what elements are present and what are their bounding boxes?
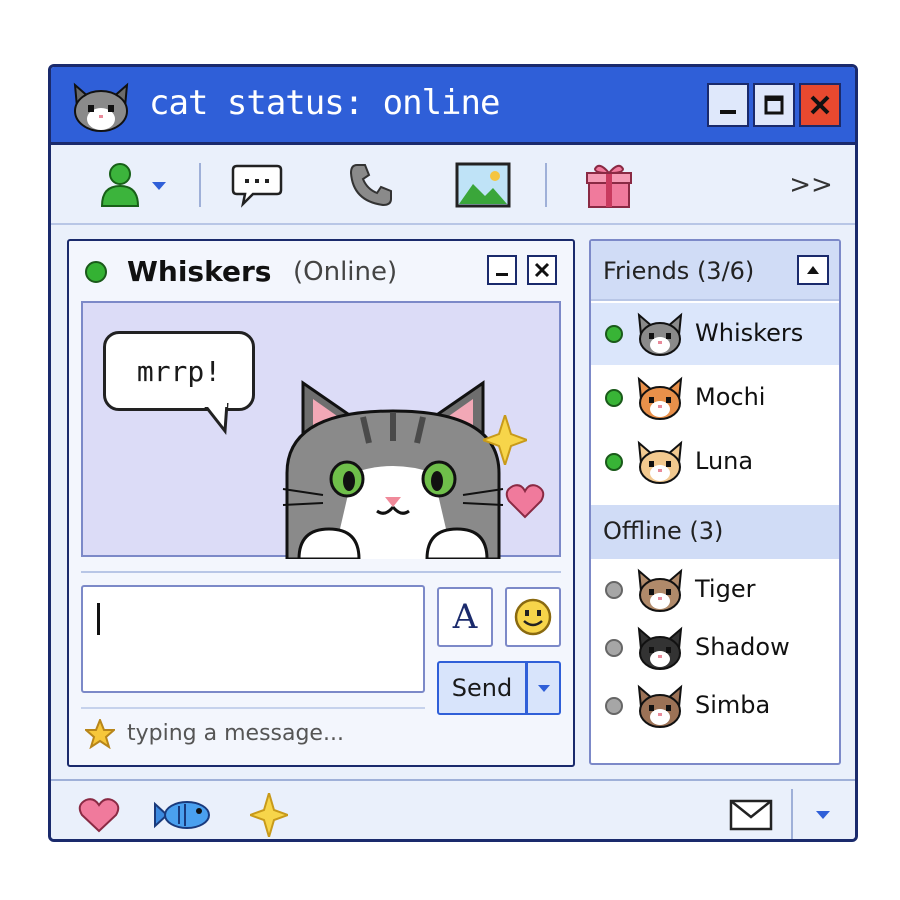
mail-button[interactable] [727,793,775,837]
friend-name: Simba [695,691,771,719]
title-bar[interactable]: cat status: online [51,67,855,145]
phone-icon [349,164,392,207]
online-status-dot [85,261,107,283]
cat-avatar-icon [637,440,683,484]
close-icon [810,95,830,115]
font-button[interactable]: A [437,587,493,647]
close-button[interactable] [799,83,841,127]
cat-avatar-icon [637,312,683,356]
online-status-dot [605,389,623,407]
chat-close-button[interactable] [527,255,557,285]
call-button[interactable] [341,159,401,211]
send-heart-button[interactable] [75,793,123,837]
send-sparkle-button[interactable] [245,793,293,837]
chat-button[interactable] [227,159,287,211]
user-status-button[interactable] [89,159,179,211]
friend-row[interactable]: Tiger [591,559,839,621]
chat-header: Whiskers (Online) [69,241,573,301]
friend-name: Shadow [695,633,790,661]
gift-icon [586,164,632,208]
chevron-down-icon [152,182,166,190]
friend-row[interactable]: Simba [591,675,839,737]
collapse-friends-button[interactable] [797,255,829,285]
speech-bubble: mrrp! [103,331,255,411]
chat-window: cat status: online >> Whiskers (Online) … [48,64,858,842]
toolbar-divider [545,163,547,207]
friends-header[interactable]: Friends (3/6) [591,241,839,301]
friend-name: Whiskers [695,319,804,347]
heart-icon [78,798,120,833]
chevron-down-icon [816,811,830,819]
contact-display-scene: mrrp! [81,301,561,559]
chevron-down-icon [537,685,550,692]
send-picture-button[interactable] [451,159,515,211]
message-input[interactable] [81,585,425,693]
window-title: cat status: online [149,83,500,123]
text-caret [97,603,100,635]
smiley-icon [514,598,552,636]
offline-status-dot [605,581,623,599]
toolbar: >> [51,145,855,225]
offline-header[interactable]: Offline (3) [591,505,839,559]
friend-name: Luna [695,447,754,475]
bottom-divider [791,789,793,839]
minimize-button[interactable] [707,83,749,127]
more-tools-button[interactable]: >> [787,159,835,211]
minimize-icon [720,110,736,114]
speech-tail-icon [203,403,229,435]
heart-icon [505,484,545,519]
offline-status-dot [605,697,623,715]
bottom-menu-button[interactable] [803,793,843,837]
maximize-icon [764,95,784,115]
chevron-up-icon [807,266,819,274]
chat-panel: Whiskers (Online) mrrp! A Send typing a … [67,239,575,767]
picture-icon [455,162,511,208]
cat-avatar-icon [637,568,683,612]
cat-avatar-icon [637,626,683,670]
friend-name: Mochi [695,383,766,411]
speech-text: mrrp! [136,354,222,388]
online-status-dot [605,325,623,343]
star-icon [85,719,115,749]
friend-name: Tiger [695,575,756,603]
friends-panel: Friends (3/6) Whiskers Mochi Luna Offline … [589,239,841,765]
contact-name: Whiskers [127,255,272,288]
send-gift-button[interactable] [581,159,637,211]
cat-avatar-icon [637,376,683,420]
online-status-dot [605,453,623,471]
typing-status: typing a message... [127,721,344,746]
chat-icon [231,164,283,208]
close-icon [534,262,550,278]
fish-icon [154,801,210,829]
contact-status: (Online) [293,257,398,287]
friend-row[interactable]: Shadow [591,617,839,679]
cat-logo-icon [73,82,129,132]
user-status-icon [100,163,140,207]
emoticon-button[interactable] [505,587,561,647]
friend-row[interactable]: Luna [591,431,839,493]
bottom-bar [51,779,855,839]
panel-divider [81,571,561,573]
friend-row[interactable]: Mochi [591,367,839,429]
send-button[interactable]: Send [437,661,527,715]
input-divider [81,707,425,709]
friends-count: Friends (3/6) [603,257,755,285]
chat-minimize-button[interactable] [487,255,517,285]
sparkle-icon [483,415,527,465]
maximize-button[interactable] [753,83,795,127]
send-options-button[interactable] [527,661,561,715]
sparkle-icon [250,793,288,837]
friend-row[interactable]: Whiskers [591,303,839,365]
cat-avatar-icon [637,684,683,728]
offline-count: Offline (3) [603,517,724,545]
minimize-icon [496,273,508,276]
send-fish-button[interactable] [151,793,215,837]
font-label: A [452,597,478,637]
offline-status-dot [605,639,623,657]
toolbar-divider [199,163,201,207]
send-label: Send [451,674,513,702]
mail-icon [729,799,773,831]
